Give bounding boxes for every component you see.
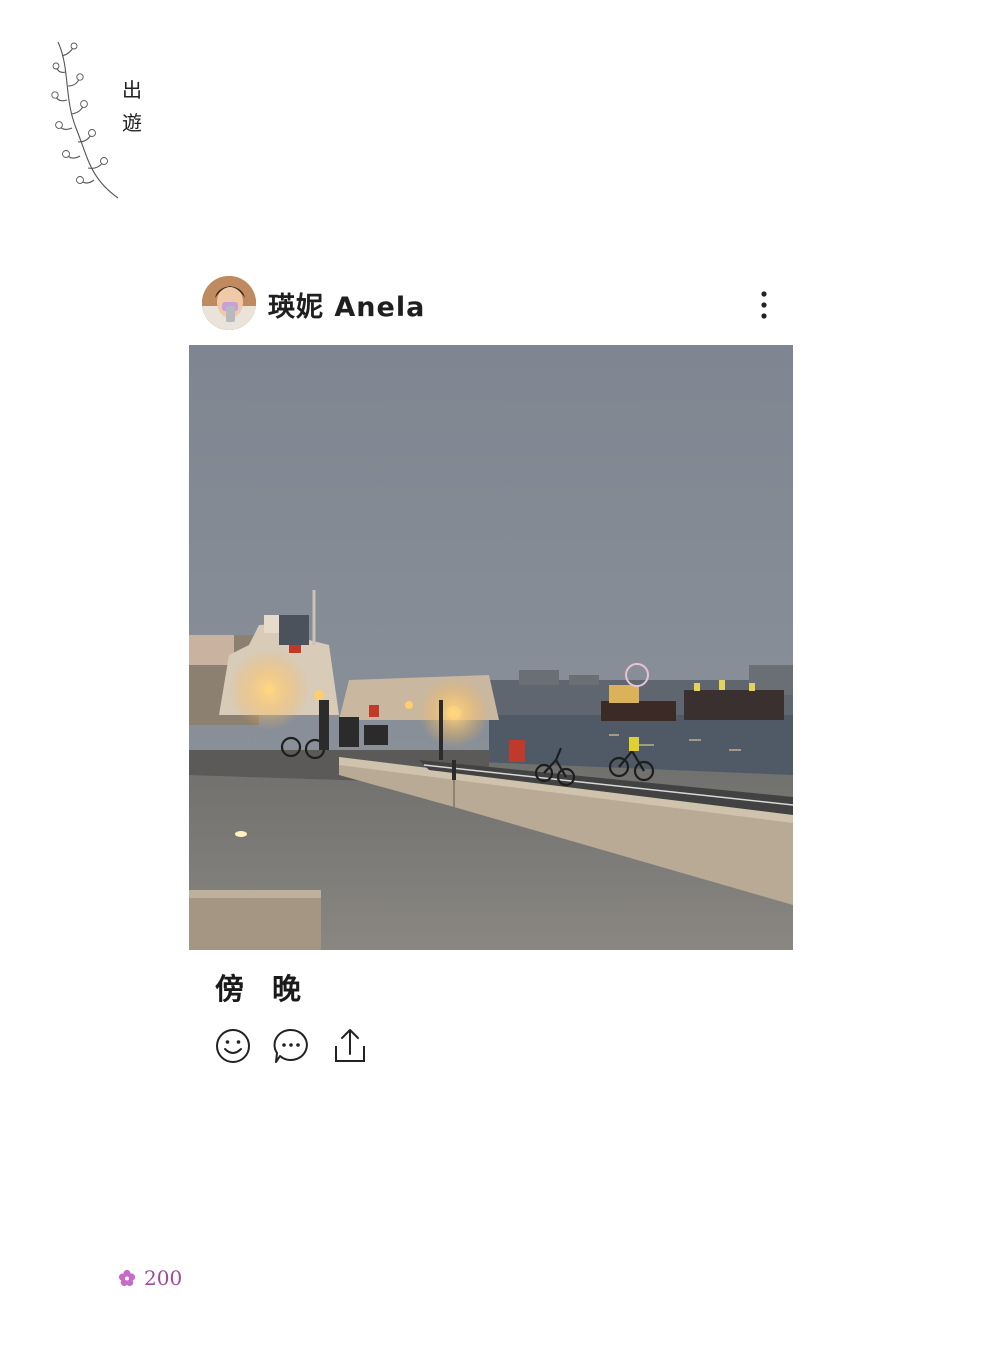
avatar[interactable]: [202, 276, 256, 330]
chapter-title-char-2: 遊: [122, 111, 142, 135]
post-caption: 傍晚: [215, 972, 330, 1006]
username[interactable]: 瑛妮 Anela: [268, 285, 425, 324]
page-number: 200: [118, 1266, 182, 1290]
chat-bubble-icon[interactable]: [272, 1026, 310, 1066]
page-number-text: 200: [144, 1266, 183, 1290]
post-header: 瑛妮 Anela: [202, 276, 792, 332]
smiley-icon[interactable]: [214, 1026, 252, 1066]
flower-icon: [118, 1269, 136, 1287]
more-vertical-icon[interactable]: [758, 290, 770, 320]
avatar-photo: [202, 276, 256, 330]
chapter-title: 出 遊: [118, 74, 146, 140]
post-photo: [189, 345, 793, 950]
chapter-title-char-1: 出: [122, 78, 142, 102]
share-icon[interactable]: [331, 1026, 369, 1066]
